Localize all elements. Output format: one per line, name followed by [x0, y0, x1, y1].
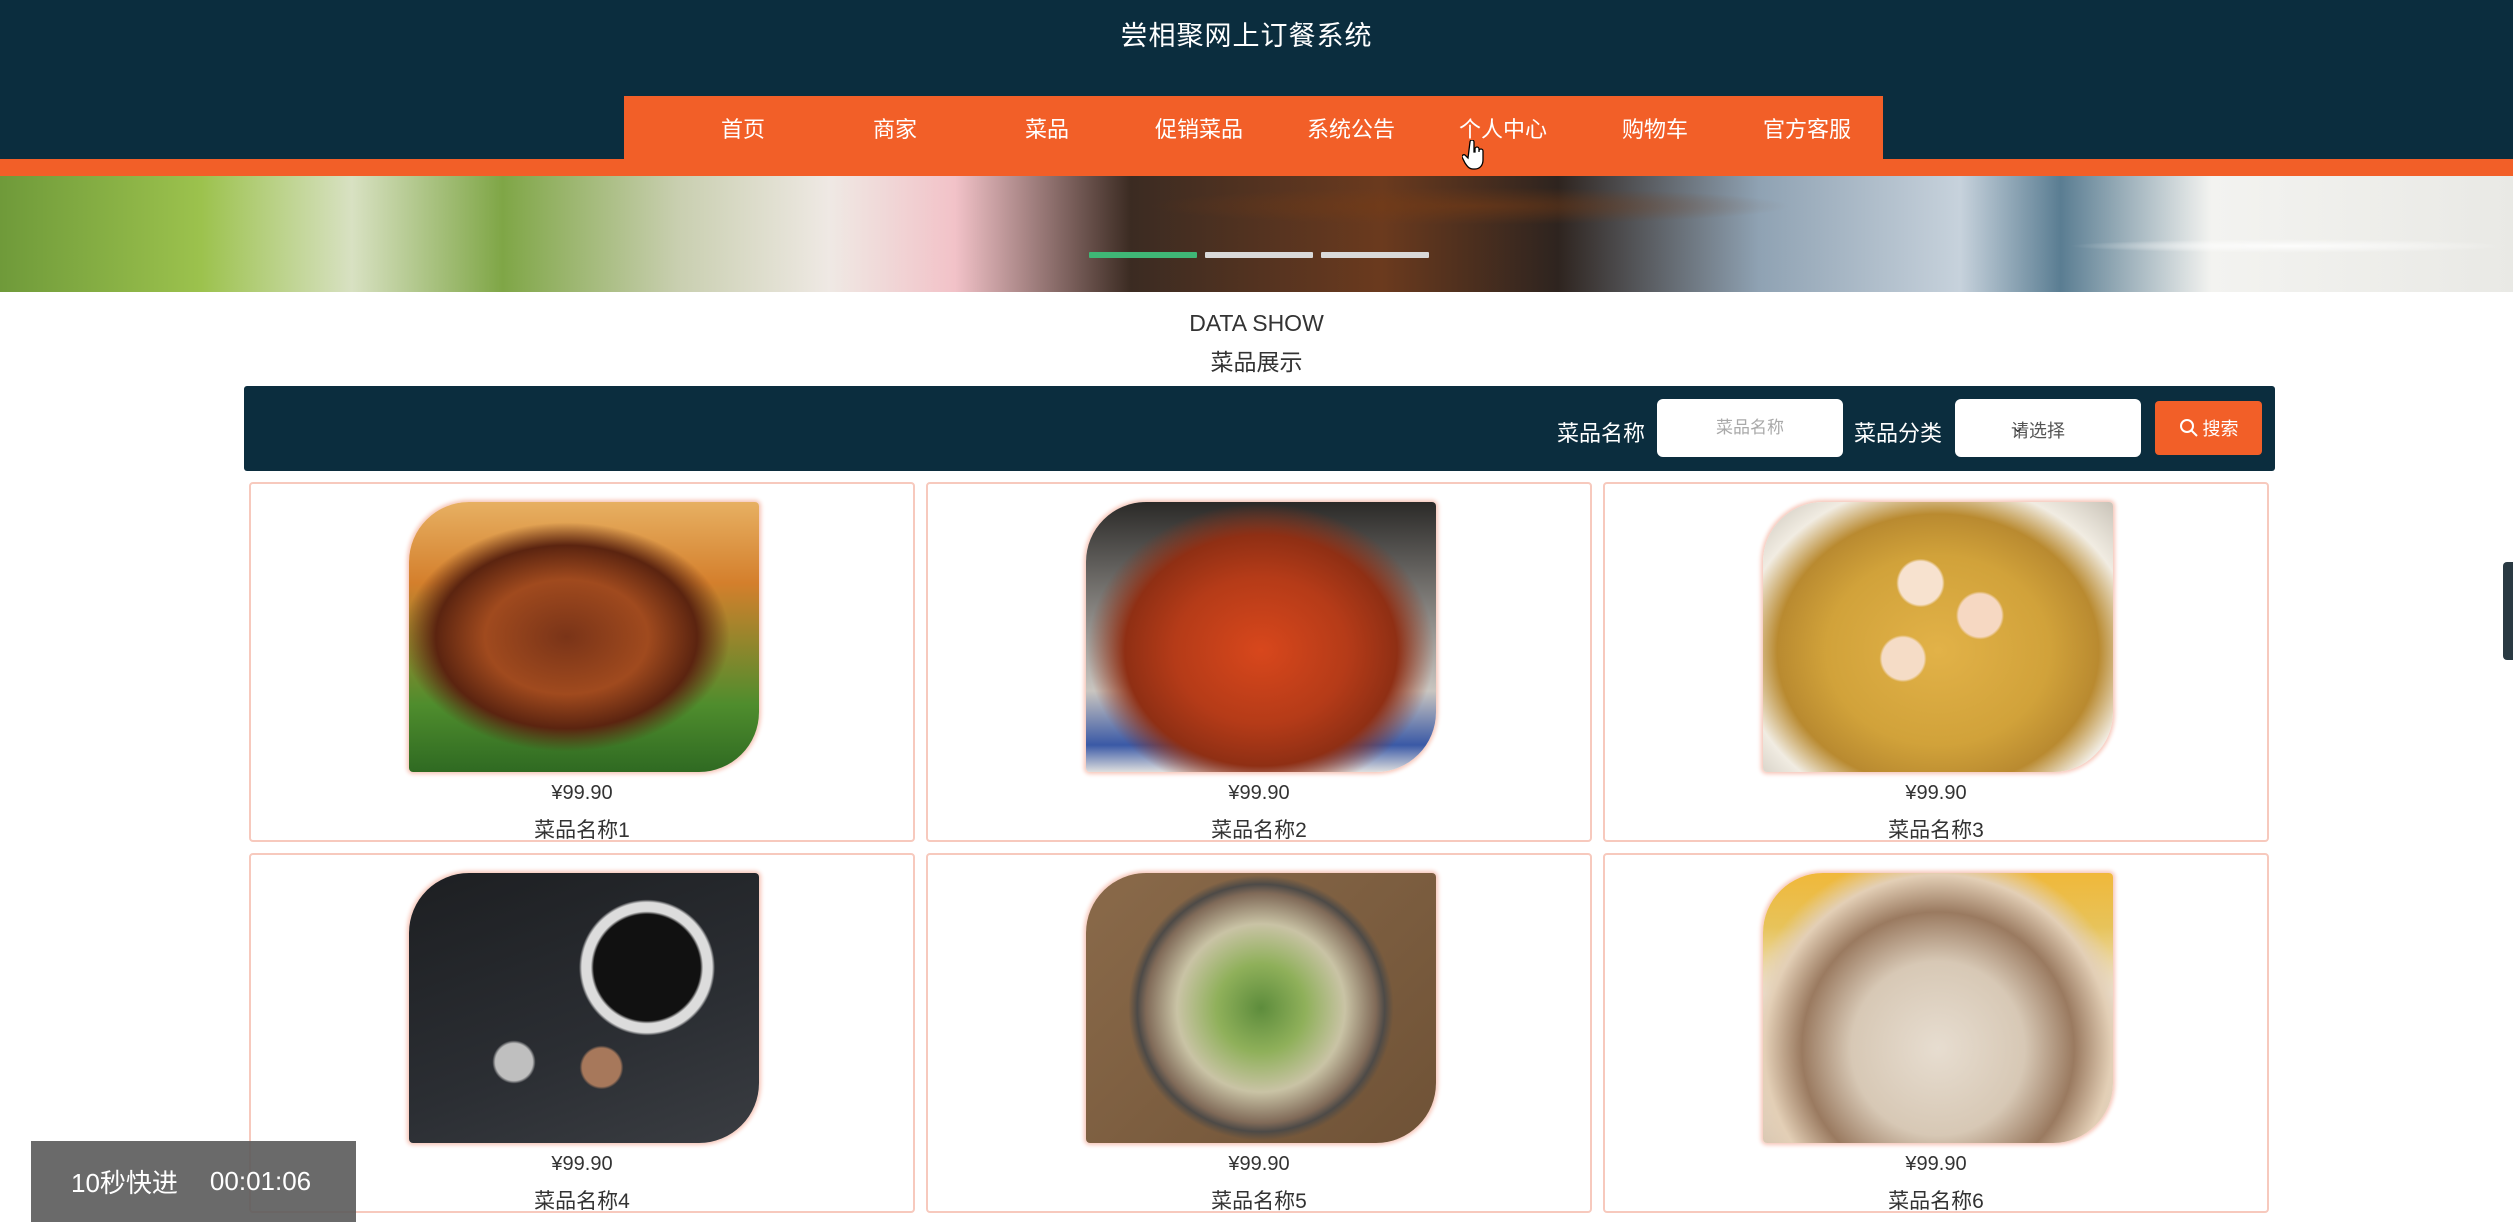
dish-category-select[interactable]: 请选择 ⌄ [1955, 399, 2141, 457]
dish-image[interactable] [1763, 502, 2113, 772]
nav-item-merchants[interactable]: 商家 [819, 112, 971, 144]
header-accent-strip [0, 159, 2513, 176]
chevron-down-icon: ⌄ [2011, 419, 2025, 436]
search-button-label: 搜索 [2202, 419, 2239, 439]
dish-name[interactable]: 菜品名称1 [251, 814, 913, 844]
nav-item-announcements[interactable]: 系统公告 [1275, 112, 1427, 144]
nav-item-promotions[interactable]: 促销菜品 [1123, 112, 1275, 144]
carousel-dot-1[interactable] [1089, 252, 1197, 258]
nav-item-dishes[interactable]: 菜品 [971, 112, 1123, 144]
dish-price: ¥99.90 [1228, 782, 1290, 804]
hand-cursor-icon [1462, 140, 1484, 170]
carousel-dot-2[interactable] [1205, 252, 1313, 258]
dish-card[interactable]: ¥99.90 菜品名称2 [926, 482, 1592, 842]
dish-card[interactable]: ¥99.90 菜品名称5 [926, 853, 1592, 1213]
main-nav: 首页 商家 菜品 促销菜品 系统公告 个人中心 购物车 官方客服 [624, 96, 1883, 159]
dish-name[interactable]: 菜品名称6 [1605, 1185, 2267, 1215]
search-button[interactable]: 搜索 [2155, 401, 2262, 455]
dish-price: ¥99.90 [551, 782, 613, 804]
nav-item-profile[interactable]: 个人中心 [1427, 112, 1579, 144]
nav-item-home[interactable]: 首页 [667, 112, 819, 144]
section-title-cn: 菜品展示 [1210, 349, 1303, 375]
dish-name-input[interactable] [1657, 399, 1843, 457]
dish-name[interactable]: 菜品名称5 [928, 1185, 1590, 1215]
dish-card[interactable]: ¥99.90 菜品名称3 [1603, 482, 2269, 842]
site-title: 尝相聚网上订餐系统 [1120, 21, 1373, 51]
header: 尝相聚网上订餐系统 首页 商家 菜品 促销菜品 系统公告 个人中心 购物车 官方… [0, 0, 2513, 176]
dish-card[interactable]: ¥99.90 菜品名称6 [1603, 853, 2269, 1213]
dish-name[interactable]: 菜品名称2 [928, 814, 1590, 844]
side-float-tab[interactable] [2503, 562, 2513, 660]
dish-image[interactable] [409, 873, 759, 1143]
video-overlay: 10秒快进 00:01:06 [31, 1141, 356, 1222]
banner-carousel[interactable] [0, 176, 2513, 292]
dish-name-label: 菜品名称 [1557, 421, 1646, 446]
dish-card[interactable]: ¥99.90 菜品名称1 [249, 482, 915, 842]
dish-name[interactable]: 菜品名称3 [1605, 814, 2267, 844]
section-title-en: DATA SHOW [1189, 310, 1324, 336]
dish-image[interactable] [1763, 873, 2113, 1143]
dish-category-label: 菜品分类 [1854, 421, 1943, 446]
search-bar: 菜品名称 菜品分类 请选择 ⌄ 搜索 [244, 386, 2275, 471]
nav-item-cart[interactable]: 购物车 [1579, 112, 1731, 144]
skip-forward-button[interactable]: 10秒快进 [71, 1163, 178, 1200]
dish-image[interactable] [409, 502, 759, 772]
search-icon [2179, 419, 2198, 437]
dish-image[interactable] [1086, 502, 1436, 772]
video-timestamp: 00:01:06 [209, 1166, 312, 1196]
dish-price: ¥99.90 [1228, 1153, 1290, 1175]
banner-image [0, 176, 2513, 292]
nav-item-support[interactable]: 官方客服 [1731, 112, 1883, 144]
carousel-dot-3[interactable] [1321, 252, 1429, 258]
dish-price: ¥99.90 [1905, 782, 1967, 804]
dish-price: ¥99.90 [1905, 1153, 1967, 1175]
carousel-indicators [1089, 252, 1429, 258]
dish-image[interactable] [1086, 873, 1436, 1143]
